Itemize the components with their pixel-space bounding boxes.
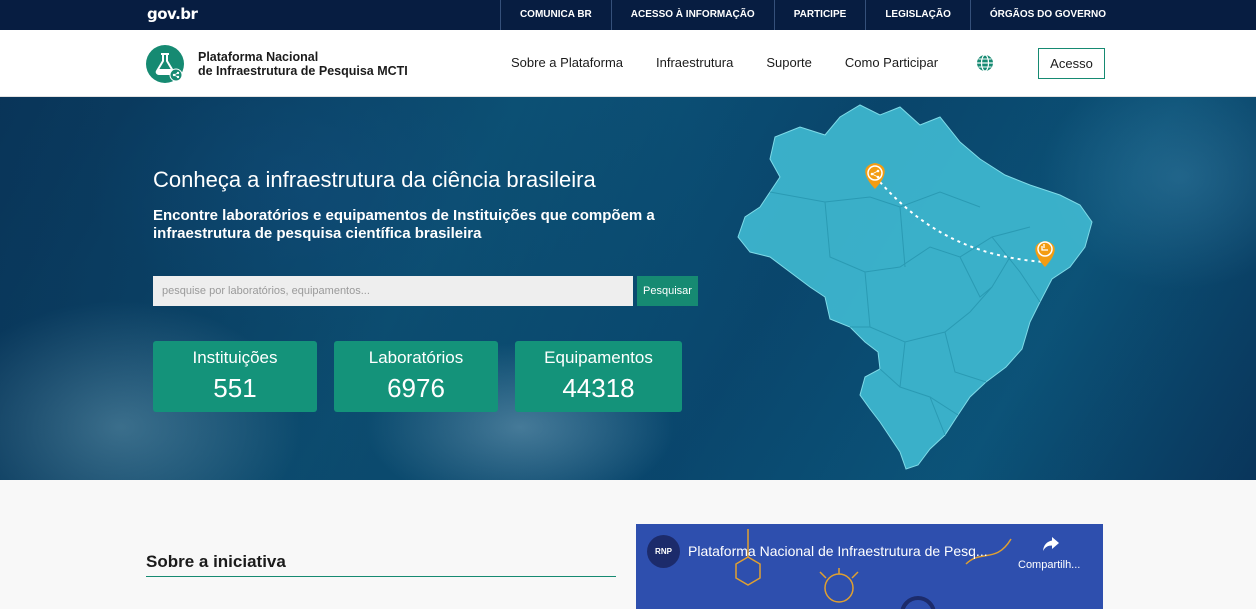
brazil-map <box>737 104 1093 470</box>
stat-value: 6976 <box>387 373 445 403</box>
hero-banner: Conheça a infraestrutura da ciência bras… <box>0 97 1256 480</box>
globe-icon[interactable] <box>976 54 994 72</box>
gov-bar: gov.br COMUNICA BR ACESSO À INFORMAÇÃO P… <box>0 0 1256 30</box>
stat-label: Instituições <box>192 348 278 367</box>
search-button[interactable]: Pesquisar <box>637 276 698 306</box>
section-divider <box>146 576 616 577</box>
video-title[interactable]: Plataforma Nacional de Infraestrutura de… <box>688 543 1013 559</box>
acesso-button[interactable]: Acesso <box>1038 48 1105 79</box>
hero-title: Conheça a infraestrutura da ciência bras… <box>153 167 596 192</box>
gov-link-legislacao[interactable]: LEGISLAÇÃO <box>865 0 970 30</box>
search-input[interactable] <box>153 276 633 306</box>
gov-link-orgaos[interactable]: ÓRGÃOS DO GOVERNO <box>969 0 1106 30</box>
share-label[interactable]: Compartilh... <box>1018 559 1080 571</box>
section-title: Sobre a iniciativa <box>146 552 286 571</box>
gov-link-acesso-informacao[interactable]: ACESSO À INFORMAÇÃO <box>610 0 774 30</box>
video-embed[interactable]: RNP Plataforma Nacional de Infraestrutur… <box>636 524 1103 609</box>
brand-line-2: de Infraestrutura de Pesquisa MCTI <box>198 64 408 78</box>
stat-label: Laboratórios <box>368 348 464 367</box>
rnp-channel-avatar[interactable]: RNP <box>647 535 680 568</box>
stat-card-equipamentos[interactable]: Equipamentos 44318 <box>515 341 682 412</box>
brand-line-1: Plataforma Nacional <box>198 50 319 64</box>
stat-value: 551 <box>213 373 257 403</box>
nav-suporte[interactable]: Suporte <box>766 55 812 70</box>
nav-como-participar[interactable]: Como Participar <box>845 55 938 70</box>
nav-sobre-plataforma[interactable]: Sobre a Plataforma <box>511 55 623 70</box>
main-nav: Sobre a Plataforma Infraestrutura Suport… <box>511 55 971 70</box>
about-section: Sobre a iniciativa RNP Plataforma Nacion… <box>0 480 1256 609</box>
share-arrow-icon[interactable] <box>1042 536 1060 552</box>
govbr-logo[interactable]: gov.br <box>147 5 198 23</box>
gov-links: COMUNICA BR ACESSO À INFORMAÇÃO PARTICIP… <box>499 0 1106 30</box>
nav-infraestrutura[interactable]: Infraestrutura <box>656 55 733 70</box>
stat-card-instituicoes[interactable]: Instituições 551 <box>153 341 317 412</box>
flask-logo-icon[interactable] <box>146 45 184 83</box>
gov-link-comunica[interactable]: COMUNICA BR <box>499 0 611 30</box>
stat-label: Equipamentos <box>544 348 653 367</box>
gov-link-participe[interactable]: PARTICIPE <box>773 0 866 30</box>
stat-card-laboratorios[interactable]: Laboratórios 6976 <box>334 341 498 412</box>
hero-subtitle: Encontre laboratórios e equipamentos de … <box>153 207 655 242</box>
site-header: Plataforma Nacional de Infraestrutura de… <box>0 30 1256 97</box>
stat-value: 44318 <box>562 373 635 403</box>
brand-name[interactable]: Plataforma Nacional de Infraestrutura de… <box>198 50 408 78</box>
